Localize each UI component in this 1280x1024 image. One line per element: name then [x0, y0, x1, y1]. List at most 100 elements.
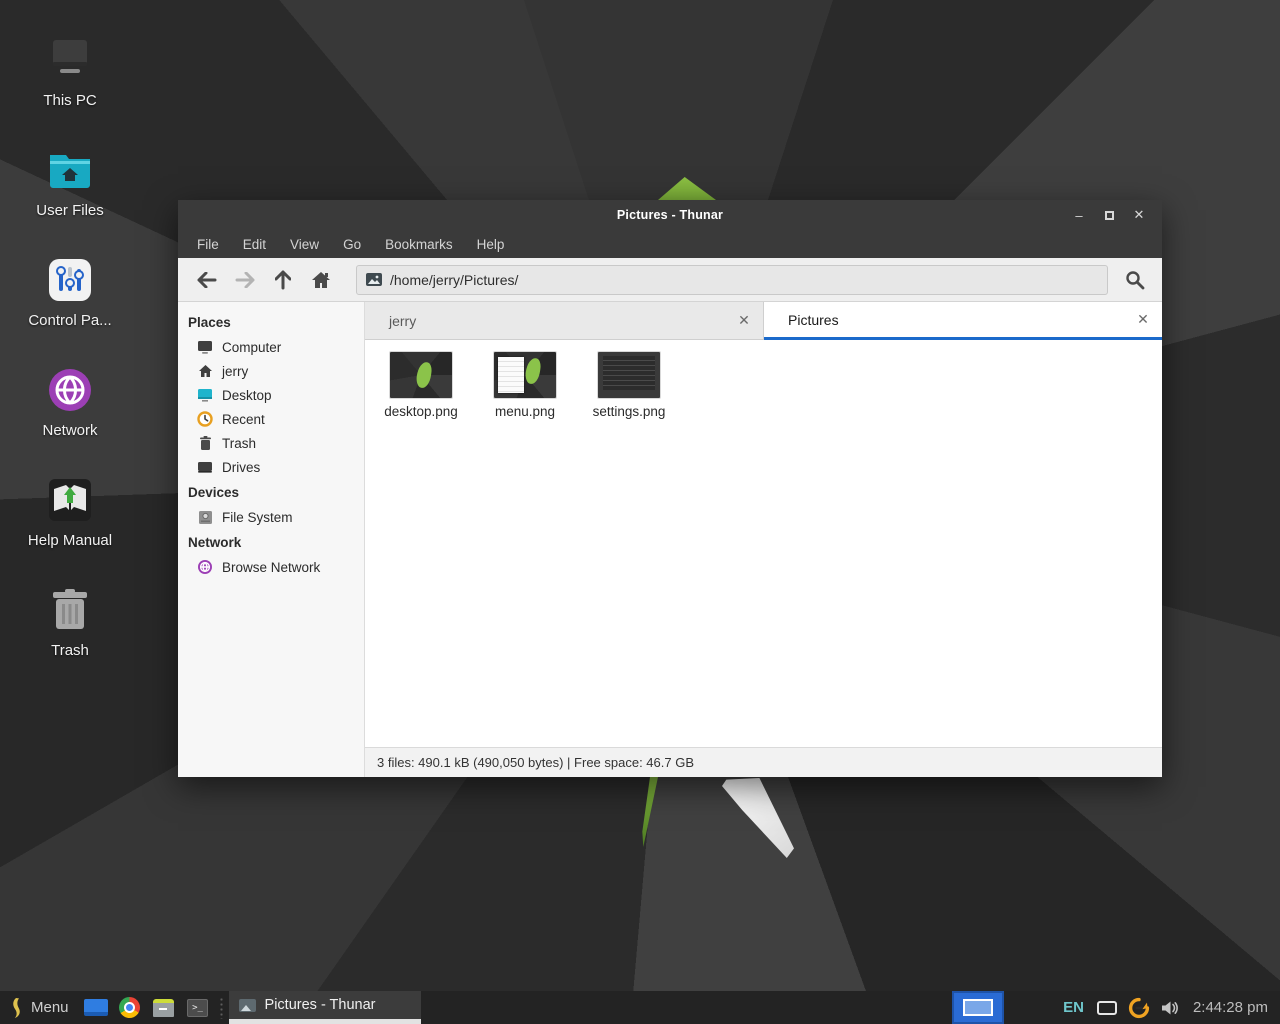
file-name: settings.png — [593, 404, 666, 419]
drives-icon — [197, 459, 213, 475]
update-manager-icon[interactable] — [1128, 997, 1150, 1019]
sidebar-header-places: Places — [178, 309, 364, 335]
settings-png-thumbnail — [598, 352, 660, 398]
menu-bookmarks[interactable]: Bookmarks — [374, 233, 464, 256]
path-text: /home/jerry/Pictures/ — [390, 272, 518, 288]
sidebar-item-label: Drives — [222, 460, 260, 475]
sidebar-item-drives[interactable]: Drives — [178, 455, 364, 479]
mint-menu-icon — [8, 997, 24, 1019]
minimize-button[interactable]: – — [1068, 204, 1090, 226]
sidebar-item-trash[interactable]: Trash — [178, 431, 364, 455]
terminal-icon: >_ — [187, 999, 208, 1017]
mint-leaf-thumbnail-blob — [524, 357, 541, 385]
desktop-icon — [197, 387, 213, 403]
sidebar-item-desktop[interactable]: Desktop — [178, 383, 364, 407]
menu-go[interactable]: Go — [332, 233, 372, 256]
settings-grid-thumbnail — [603, 356, 655, 390]
clock: 2:44:28 pm — [1185, 999, 1280, 1016]
keyboard-layout-indicator[interactable]: EN — [1056, 999, 1091, 1016]
desktop-icon-user-files[interactable]: User Files — [10, 126, 130, 219]
back-button[interactable] — [188, 263, 226, 297]
file-menu-png[interactable]: menu.png — [477, 352, 573, 419]
home-icon — [311, 271, 331, 289]
tab-label: Pictures — [788, 312, 839, 328]
menu-view[interactable]: View — [279, 233, 330, 256]
browser-launcher[interactable] — [113, 991, 147, 1024]
menu-edit[interactable]: Edit — [232, 233, 277, 256]
maximize-button[interactable] — [1098, 204, 1120, 226]
desktop-png-thumbnail — [390, 352, 452, 398]
window-body: Places Computer jerry Desktop Recent Tra… — [178, 302, 1162, 777]
sidebar-item-label: Desktop — [222, 388, 272, 403]
desktop-icon-trash[interactable]: Trash — [10, 566, 130, 659]
sidebar-item-label: Browse Network — [222, 560, 320, 575]
desktop-icon-label: Control Pa... — [28, 312, 111, 329]
sidebar-item-recent[interactable]: Recent — [178, 407, 364, 431]
menu-panel-thumbnail — [498, 357, 524, 393]
search-icon — [1125, 270, 1145, 290]
tab-jerry[interactable]: jerry ✕ — [365, 302, 764, 340]
search-button[interactable] — [1118, 263, 1152, 297]
file-settings-png[interactable]: settings.png — [581, 352, 677, 419]
menu-button[interactable]: Menu — [0, 991, 79, 1024]
forward-arrow-icon — [235, 272, 255, 288]
user-files-icon — [46, 145, 94, 195]
taskbar: Menu >_ Pictures - Thunar EN 2:44:28 pm — [0, 991, 1280, 1024]
sidebar-item-label: Trash — [222, 436, 256, 451]
sidebar-item-jerry[interactable]: jerry — [178, 359, 364, 383]
show-desktop-launcher[interactable] — [79, 991, 113, 1024]
file-manager-launcher[interactable] — [147, 991, 181, 1024]
desktop-icon-label: Network — [42, 422, 97, 439]
menu-file[interactable]: File — [186, 233, 230, 256]
control-panel-icon — [47, 255, 93, 305]
network-icon — [47, 365, 93, 415]
sidebar-item-label: File System — [222, 510, 293, 525]
statusbar: 3 files: 490.1 kB (490,050 bytes) | Free… — [365, 747, 1162, 777]
trash-icon — [48, 585, 92, 635]
tab-close-icon[interactable]: ✕ — [735, 312, 753, 330]
tab-label: jerry — [389, 313, 416, 329]
desktop-icon-help-manual[interactable]: Help Manual — [10, 456, 130, 549]
window-titlebar[interactable]: Pictures - Thunar – ✕ — [178, 200, 1162, 230]
file-view[interactable]: desktop.png menu.png settings.png — [365, 340, 1162, 747]
desktop-icon-network[interactable]: Network — [10, 346, 130, 439]
workspace-switcher[interactable] — [952, 991, 1004, 1024]
taskbar-task-pictures-thunar[interactable]: Pictures - Thunar — [229, 991, 421, 1024]
pathbar[interactable]: /home/jerry/Pictures/ — [356, 265, 1108, 295]
window-controls: – ✕ — [1068, 204, 1162, 226]
sidebar-item-label: Computer — [222, 340, 281, 355]
desktop-icon-label: This PC — [43, 92, 96, 109]
home-button[interactable] — [302, 263, 340, 297]
file-desktop-png[interactable]: desktop.png — [373, 352, 469, 419]
tab-close-icon[interactable]: ✕ — [1134, 311, 1152, 329]
home-icon — [197, 363, 213, 379]
sidebar-item-file-system[interactable]: File System — [178, 505, 364, 529]
desktop-icon-label: Trash — [51, 642, 89, 659]
up-button[interactable] — [264, 263, 302, 297]
mint-leaf-thumbnail-blob — [415, 361, 432, 389]
file-cabinet-icon — [153, 999, 174, 1017]
close-button[interactable]: ✕ — [1128, 204, 1150, 226]
help-manual-icon — [47, 475, 93, 525]
desktop-icon-this-pc[interactable]: This PC — [10, 16, 130, 109]
up-arrow-icon — [275, 270, 291, 290]
desktop-icon-control-panel[interactable]: Control Pa... — [10, 236, 130, 329]
display-settings-icon[interactable] — [1097, 1001, 1117, 1015]
sidebar-item-browse-network[interactable]: Browse Network — [178, 555, 364, 579]
menubar: File Edit View Go Bookmarks Help — [178, 230, 1162, 258]
taskbar-separator-grip — [219, 997, 225, 1019]
sidebar-item-computer[interactable]: Computer — [178, 335, 364, 359]
chrome-icon — [119, 997, 140, 1018]
menu-png-thumbnail — [494, 352, 556, 398]
tab-pictures[interactable]: Pictures ✕ — [764, 302, 1162, 340]
maximize-icon — [1105, 211, 1114, 220]
workspace-window-preview — [963, 999, 993, 1016]
sidebar-item-label: Recent — [222, 412, 265, 427]
menu-help[interactable]: Help — [466, 233, 516, 256]
forward-button[interactable] — [226, 263, 264, 297]
volume-icon[interactable] — [1161, 1000, 1179, 1016]
computer-icon — [197, 339, 213, 355]
tabbar: jerry ✕ Pictures ✕ — [365, 302, 1162, 340]
terminal-launcher[interactable]: >_ — [181, 991, 215, 1024]
sidebar-header-network: Network — [178, 529, 364, 555]
